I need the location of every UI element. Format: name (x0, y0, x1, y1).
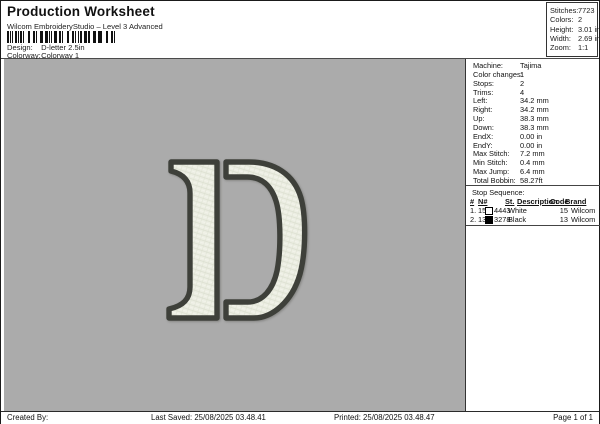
machine-row: Up: 38.3 mm (466, 114, 600, 123)
page-title: Production Worksheet (7, 4, 155, 19)
stat-zoom: Zoom: 1:1 (550, 43, 597, 52)
machine-label: Total Bobbin: (473, 175, 516, 185)
machine-row: Machine: Tajima (466, 61, 600, 70)
machine-value: 0.00 in (520, 131, 543, 141)
letter-d-artwork (166, 159, 308, 321)
stat-label: Height: (550, 24, 574, 34)
stat-value: 2.69 in (578, 33, 600, 43)
machine-label: Down: (473, 122, 494, 132)
machine-value: 0.4 mm (520, 158, 545, 168)
stop-sequence-header: # N# St. Description Code Brand (466, 197, 600, 206)
machine-row: Down: 38.3 mm (466, 123, 600, 132)
machine-value: 38.3 mm (520, 114, 549, 124)
machine-row: EndX: 0.00 in (466, 132, 600, 141)
barcode-icon (7, 31, 117, 43)
production-worksheet-page: Production Worksheet Wilcom EmbroiderySt… (0, 0, 600, 424)
stat-label: Colors: (550, 15, 574, 25)
stop-sequence-title: Stop Sequence: (472, 188, 525, 197)
machine-row: EndY: 0.00 in (466, 141, 600, 150)
col-brand: Brand (565, 197, 587, 206)
printed-label: Printed: 25/08/2025 03.48.47 (334, 413, 435, 422)
table-bottom-line (466, 225, 600, 226)
created-by-label: Created By: (7, 413, 49, 422)
thread-swatch (485, 207, 493, 215)
machine-label: Max Jump: (473, 167, 510, 177)
header: Production Worksheet Wilcom EmbroiderySt… (1, 1, 599, 60)
stat-value: 7723 (578, 6, 595, 15)
stat-label: Stitches: (550, 6, 579, 15)
machine-row: Total Bobbin: 58.27ft (466, 176, 600, 185)
letter-d-stem (166, 159, 220, 321)
machine-value: Tajima (520, 61, 542, 70)
footer: Created By: Last Saved: 25/08/2025 03.48… (1, 411, 599, 424)
col-st: St. (505, 197, 515, 206)
thread-code: 15 (559, 206, 568, 215)
machine-value: 2 (520, 78, 525, 88)
machine-row: Right: 34.2 mm (466, 105, 600, 114)
design-stats-box: Stitches: 7723 Colors: 2 Height: 3.01 in… (546, 2, 600, 57)
stat-height: Height: 3.01 in (550, 24, 600, 34)
machine-value: 6.4 mm (520, 167, 545, 177)
stat-value: 2 (578, 15, 583, 25)
stat-value: 1:1 (578, 43, 589, 53)
machine-label: Min Stitch: (473, 158, 508, 168)
machine-label: Trims: (473, 87, 494, 97)
app-subtitle: Wilcom EmbroideryStudio – Level 3 Advanc… (7, 22, 163, 31)
thread-code: 13 (559, 215, 568, 224)
thread-description: Black (508, 215, 527, 224)
machine-row: Left: 34.2 mm (466, 96, 600, 105)
machine-row: Stops: 2 (466, 79, 600, 88)
machine-row: Color changes: 1 (466, 70, 600, 79)
col-n-num: N# (478, 197, 488, 206)
stat-colors: Colors: 2 (550, 15, 597, 24)
thread-num: 1. (470, 206, 477, 215)
machine-label: Max Stitch: (473, 149, 510, 159)
machine-label: EndX: (473, 131, 494, 141)
design-canvas (4, 59, 465, 411)
stat-value: 3.01 in (578, 24, 600, 34)
machine-info-list: Machine: Tajima Color changes: 1 Stops: 2 T… (466, 61, 600, 185)
stat-width: Width: 2.69 in (550, 33, 600, 43)
machine-value: 4 (520, 87, 525, 97)
machine-value: 34.2 mm (520, 96, 549, 106)
stat-label: Width: (550, 33, 571, 43)
machine-value: 34.2 mm (520, 105, 549, 115)
thread-row: 1. 15 4443 White 15 Wilcom (466, 206, 600, 215)
machine-value: 7.2 mm (520, 149, 545, 159)
machine-label: Up: (473, 114, 485, 124)
panel-divider (466, 185, 600, 186)
stat-stitches: Stitches: 7723 (550, 6, 597, 15)
page-number: Page 1 of 1 (553, 413, 593, 422)
machine-row: Min Stitch: 0.4 mm (466, 158, 600, 167)
machine-row: Trims: 4 (466, 88, 600, 97)
machine-label: Color changes: (473, 69, 523, 79)
stat-label: Zoom: (550, 43, 571, 53)
machine-value: 0.00 in (520, 140, 543, 150)
info-panel: Machine: Tajima Color changes: 1 Stops: 2 T… (465, 59, 600, 411)
thread-brand: Wilcom (571, 206, 596, 215)
machine-row: Max Jump: 6.4 mm (466, 167, 600, 176)
machine-value: 58.27ft (520, 175, 543, 185)
col-num: # (470, 197, 475, 206)
thread-row: 2. 13 3278 Black 13 Wilcom (466, 215, 600, 224)
machine-row: Max Stitch: 7.2 mm (466, 149, 600, 158)
thread-brand: Wilcom (571, 215, 596, 224)
thread-swatch (485, 216, 493, 224)
machine-label: Machine: (473, 61, 503, 70)
thread-num: 2. (470, 215, 477, 224)
letter-d-bowl (223, 159, 308, 321)
last-saved-label: Last Saved: 25/08/2025 03.48.41 (151, 413, 266, 422)
machine-label: EndY: (473, 140, 493, 150)
machine-value: 38.3 mm (520, 122, 549, 132)
machine-label: Right: (473, 105, 493, 115)
machine-label: Stops: (473, 78, 494, 88)
thread-description: White (508, 206, 527, 215)
machine-value: 1 (520, 69, 525, 79)
machine-label: Left: (473, 96, 488, 106)
